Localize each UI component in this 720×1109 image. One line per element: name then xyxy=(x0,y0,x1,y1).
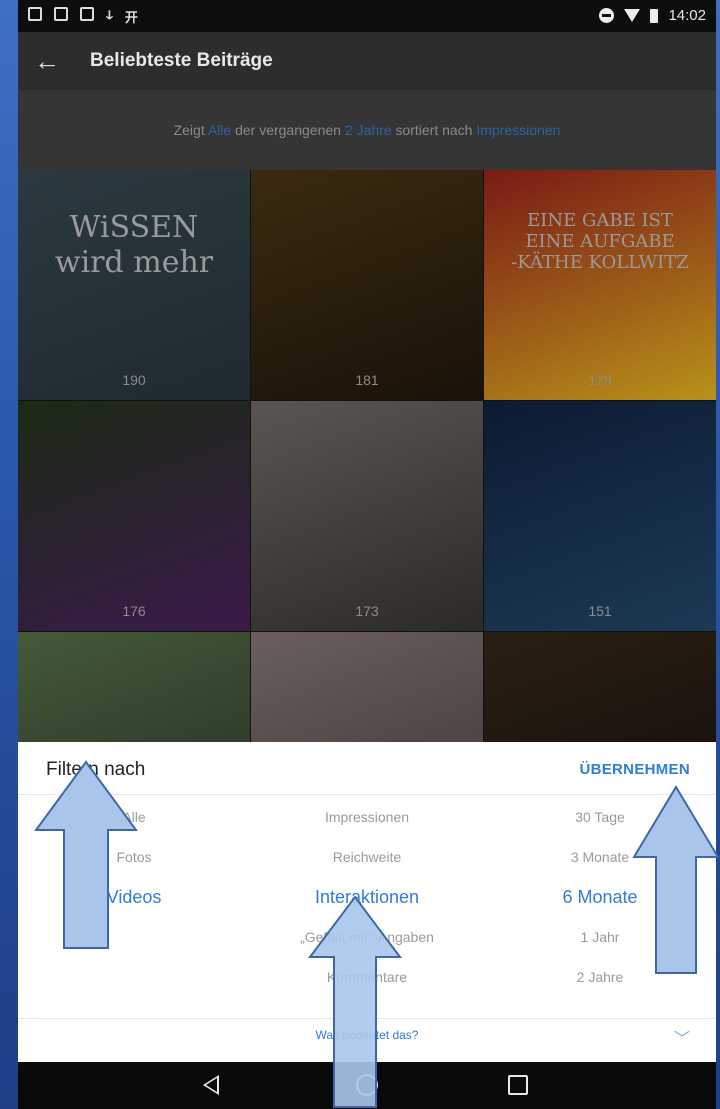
summary-metric-link[interactable]: Impressionen xyxy=(476,122,560,138)
post-thumbnail[interactable]: EINE GABE IST EINE AUFGABE -KÄTHE KOLLWI… xyxy=(484,170,716,400)
clock: 14:02 xyxy=(668,7,706,24)
annotation-arrow-up-icon xyxy=(632,785,720,975)
status-bar: ↆ 开 14:02 xyxy=(18,0,716,32)
post-impression-count: 178 xyxy=(588,372,612,388)
missed-call-icon: ↆ xyxy=(106,7,113,22)
nav-back-icon[interactable] xyxy=(203,1075,219,1095)
post-impression-count: 181 xyxy=(355,372,379,388)
post-impression-count: 176 xyxy=(122,603,146,619)
arrow-left-icon[interactable]: ← xyxy=(34,46,60,77)
apply-button[interactable]: ÜBERNEHMEN xyxy=(579,761,690,778)
post-thumbnail[interactable]: 176 xyxy=(18,401,250,631)
image-notification-icon xyxy=(28,7,42,21)
post-thumbnail[interactable]: WiSSEN wird mehr 190 xyxy=(18,170,250,400)
app-bar: ← Beliebteste Beiträge xyxy=(18,32,716,90)
battery-icon xyxy=(650,8,659,23)
summary-period-link[interactable]: 2 Jahre xyxy=(345,122,392,138)
summary-suffix: sortiert nach xyxy=(391,122,477,138)
annotation-arrow-up-icon xyxy=(308,895,402,1109)
status-icons-left: ↆ 开 xyxy=(28,7,138,26)
post-impression-count: 173 xyxy=(355,603,379,619)
gmail-notification-icon xyxy=(80,7,94,21)
annotation-arrow-up-icon xyxy=(34,760,138,950)
page-title: Beliebteste Beiträge xyxy=(90,50,273,71)
status-icons-right: 14:02 xyxy=(599,7,706,24)
post-impression-count: 190 xyxy=(122,372,146,388)
summary-middle: der vergangenen xyxy=(231,122,345,138)
wifi-icon xyxy=(624,9,641,22)
post-quote-text: EINE GABE IST EINE AUFGABE -KÄTHE KOLLWI… xyxy=(511,210,689,273)
metric-option-impressionen[interactable]: Impressionen xyxy=(251,797,483,837)
nav-recents-icon[interactable] xyxy=(508,1075,528,1095)
post-thumbnail[interactable]: 181 xyxy=(251,170,483,400)
summary-type-link[interactable]: Alle xyxy=(208,122,231,138)
post-quote-text: WiSSEN wird mehr xyxy=(54,210,214,280)
filter-summary: Zeigt Alle der vergangenen 2 Jahre sorti… xyxy=(18,90,716,170)
post-thumbnail[interactable]: 151 xyxy=(484,401,716,631)
post-grid: WiSSEN wird mehr 190 181 EINE GABE IST EINE… xyxy=(18,170,716,862)
chevron-down-icon[interactable]: ﹀ xyxy=(674,1025,690,1049)
post-thumbnail[interactable]: 173 xyxy=(251,401,483,631)
post-impression-count: 151 xyxy=(588,603,612,619)
summary-prefix: Zeigt xyxy=(173,122,208,138)
metric-option-reichweite[interactable]: Reichweite xyxy=(251,837,483,877)
app-notification-icon: 开 xyxy=(124,10,138,25)
do-not-disturb-icon xyxy=(599,8,615,23)
mail-notification-icon xyxy=(54,7,68,21)
